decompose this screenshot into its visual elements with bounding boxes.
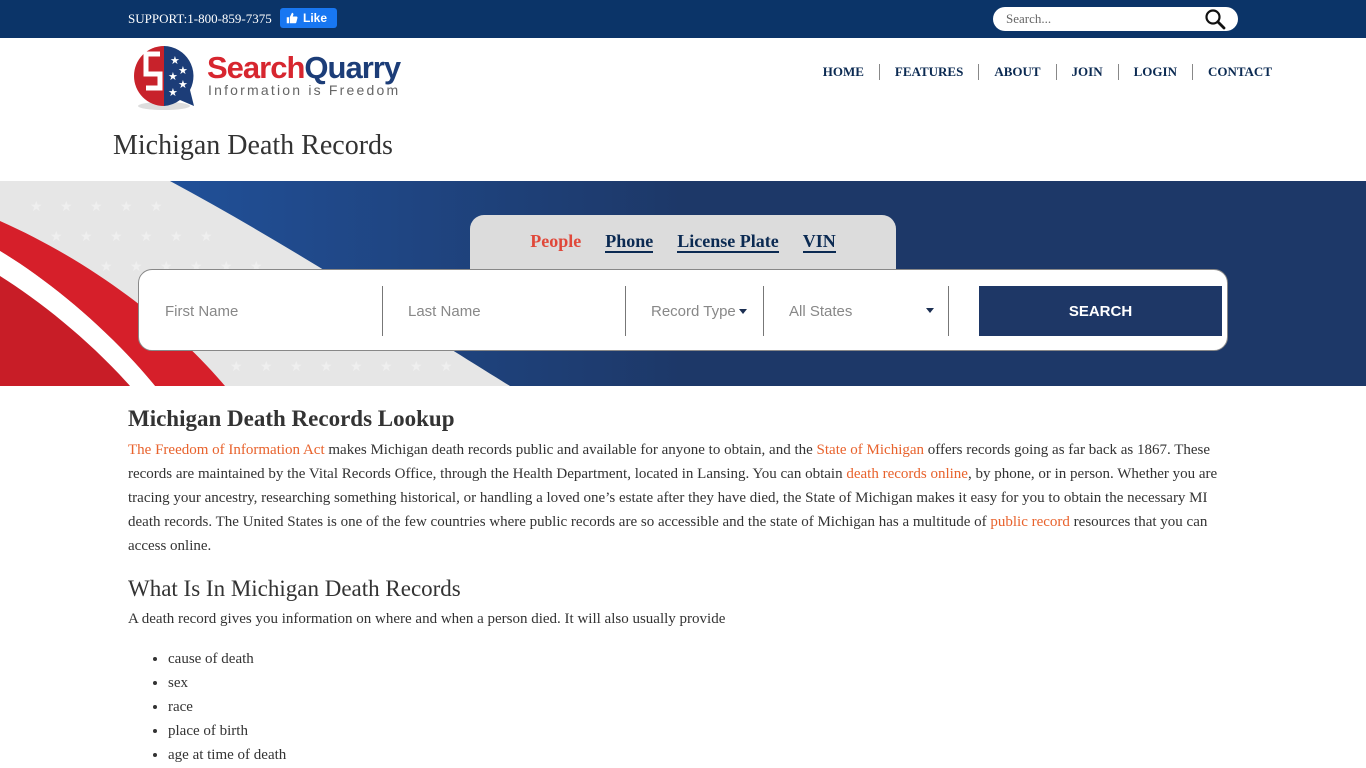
section-heading: What Is In Michigan Death Records xyxy=(128,576,461,601)
field-divider xyxy=(382,286,383,336)
svg-text:★: ★ xyxy=(120,199,133,215)
main-nav: HOME FEATURES ABOUT JOIN LOGIN CONTACT xyxy=(808,64,1272,80)
svg-text:★: ★ xyxy=(440,359,453,375)
record-type-select[interactable]: Record Type xyxy=(651,286,761,336)
svg-text:★: ★ xyxy=(168,70,178,83)
article-heading: Michigan Death Records Lookup xyxy=(128,406,455,431)
state-of-michigan-link[interactable]: State of Michigan xyxy=(817,442,924,458)
death-records-online-link[interactable]: death records online xyxy=(846,466,968,482)
site-search-input[interactable] xyxy=(1006,8,1206,30)
search-icon[interactable] xyxy=(1204,8,1228,30)
chevron-down-icon xyxy=(926,308,934,313)
svg-text:★: ★ xyxy=(80,229,93,245)
chevron-down-icon xyxy=(738,308,747,314)
svg-text:★: ★ xyxy=(320,359,333,375)
list-item: place of birth xyxy=(168,719,1218,743)
svg-text:★: ★ xyxy=(168,86,178,99)
svg-text:★: ★ xyxy=(100,259,113,275)
list-item: cause of death xyxy=(168,647,1218,671)
field-divider xyxy=(948,286,949,336)
support-phone[interactable]: SUPPORT:1-800-859-7375 xyxy=(128,11,272,27)
logo-wordmark: SearchQuarry xyxy=(207,50,401,85)
svg-text:★: ★ xyxy=(60,199,73,215)
svg-text:★: ★ xyxy=(140,229,153,245)
nav-join[interactable]: JOIN xyxy=(1057,64,1119,80)
searchquarry-logo[interactable]: ★ ★ ★ ★ ★ SearchQuarry Information is Fr… xyxy=(128,40,428,112)
intro-paragraph: The Freedom of Information Act makes Mic… xyxy=(128,442,1218,554)
state-select[interactable]: All States xyxy=(789,286,934,336)
tab-license-plate[interactable]: License Plate xyxy=(677,231,779,253)
svg-text:★: ★ xyxy=(110,229,123,245)
tab-vin[interactable]: VIN xyxy=(802,231,836,253)
top-bar: SUPPORT:1-800-859-7375 Like xyxy=(0,0,1366,38)
foia-link[interactable]: The Freedom of Information Act xyxy=(128,442,325,458)
svg-text:★: ★ xyxy=(170,229,183,245)
field-divider xyxy=(763,286,764,336)
svg-text:★: ★ xyxy=(380,359,393,375)
search-tabs: People Phone License Plate VIN xyxy=(470,215,896,271)
svg-text:★: ★ xyxy=(178,78,188,91)
nav-features[interactable]: FEATURES xyxy=(880,64,980,80)
site-search xyxy=(993,7,1238,31)
svg-text:★: ★ xyxy=(200,229,213,245)
svg-text:★: ★ xyxy=(350,359,363,375)
logo-tagline: Information is Freedom xyxy=(208,82,401,98)
facebook-like-button[interactable]: Like xyxy=(280,8,337,28)
svg-text:★: ★ xyxy=(260,359,273,375)
tab-phone[interactable]: Phone xyxy=(605,231,654,253)
record-contents-list: cause of death sex race place of birth a… xyxy=(128,647,1218,767)
tab-people[interactable]: People xyxy=(530,231,581,253)
svg-text:★: ★ xyxy=(230,359,243,375)
nav-about[interactable]: ABOUT xyxy=(979,64,1057,80)
svg-text:★: ★ xyxy=(150,199,163,215)
page-title: Michigan Death Records xyxy=(113,130,393,161)
search-button[interactable]: SEARCH xyxy=(979,286,1222,336)
list-item: race xyxy=(168,695,1218,719)
nav-login[interactable]: LOGIN xyxy=(1119,64,1193,80)
section-paragraph: A death record gives you information on … xyxy=(128,611,726,627)
state-value: All States xyxy=(789,302,853,320)
public-record-link[interactable]: public record xyxy=(990,514,1070,530)
svg-text:★: ★ xyxy=(290,359,303,375)
svg-text:★: ★ xyxy=(30,199,43,215)
record-type-value: Record Type xyxy=(651,302,736,320)
list-item: age at time of death xyxy=(168,743,1218,767)
field-divider xyxy=(625,286,626,336)
facebook-like-label: Like xyxy=(303,11,328,25)
first-name-input[interactable] xyxy=(165,302,380,320)
people-search-form: Record Type All States SEARCH xyxy=(138,269,1228,351)
svg-text:★: ★ xyxy=(178,64,188,77)
first-name-field xyxy=(165,286,380,336)
svg-text:★: ★ xyxy=(50,229,63,245)
svg-text:★: ★ xyxy=(410,359,423,375)
nav-home[interactable]: HOME xyxy=(808,64,880,80)
nav-contact[interactable]: CONTACT xyxy=(1193,64,1272,80)
last-name-input[interactable] xyxy=(408,302,623,320)
list-item: sex xyxy=(168,671,1218,695)
article-content: Michigan Death Records Lookup The Freedo… xyxy=(128,403,1218,767)
thumbs-up-icon xyxy=(286,12,298,24)
svg-text:★: ★ xyxy=(90,199,103,215)
last-name-field xyxy=(408,286,623,336)
logo-emblem-icon: ★ ★ ★ ★ ★ xyxy=(134,46,194,110)
